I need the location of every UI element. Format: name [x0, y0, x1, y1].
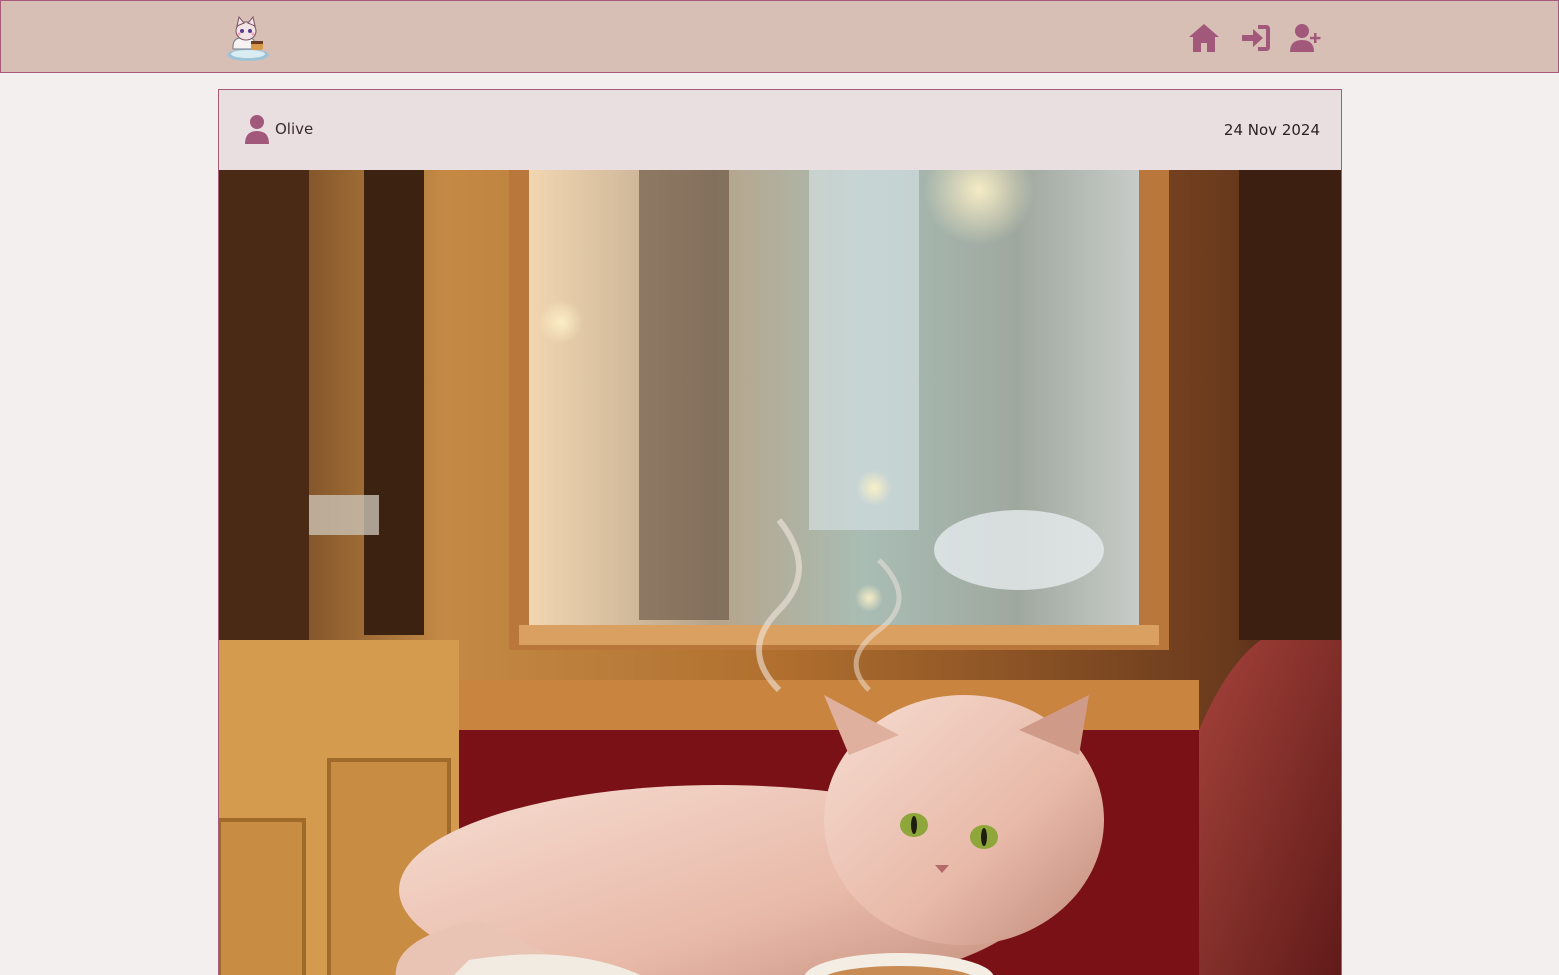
user-plus-icon[interactable] — [1289, 21, 1323, 55]
post-date: 24 Nov 2024 — [1223, 121, 1320, 139]
cat-cafe-logo-icon[interactable] — [223, 11, 273, 63]
sign-in-icon[interactable] — [1239, 21, 1273, 55]
post-card: Olive 24 Nov 2024 — [218, 89, 1342, 975]
cat-by-rainy-window-image[interactable] — [219, 170, 1341, 975]
post-header: Olive 24 Nov 2024 — [219, 90, 1341, 170]
post-author-name[interactable]: Olive — [275, 120, 313, 138]
home-icon[interactable] — [1187, 21, 1221, 55]
user-icon — [244, 114, 270, 144]
top-navbar — [0, 0, 1559, 73]
